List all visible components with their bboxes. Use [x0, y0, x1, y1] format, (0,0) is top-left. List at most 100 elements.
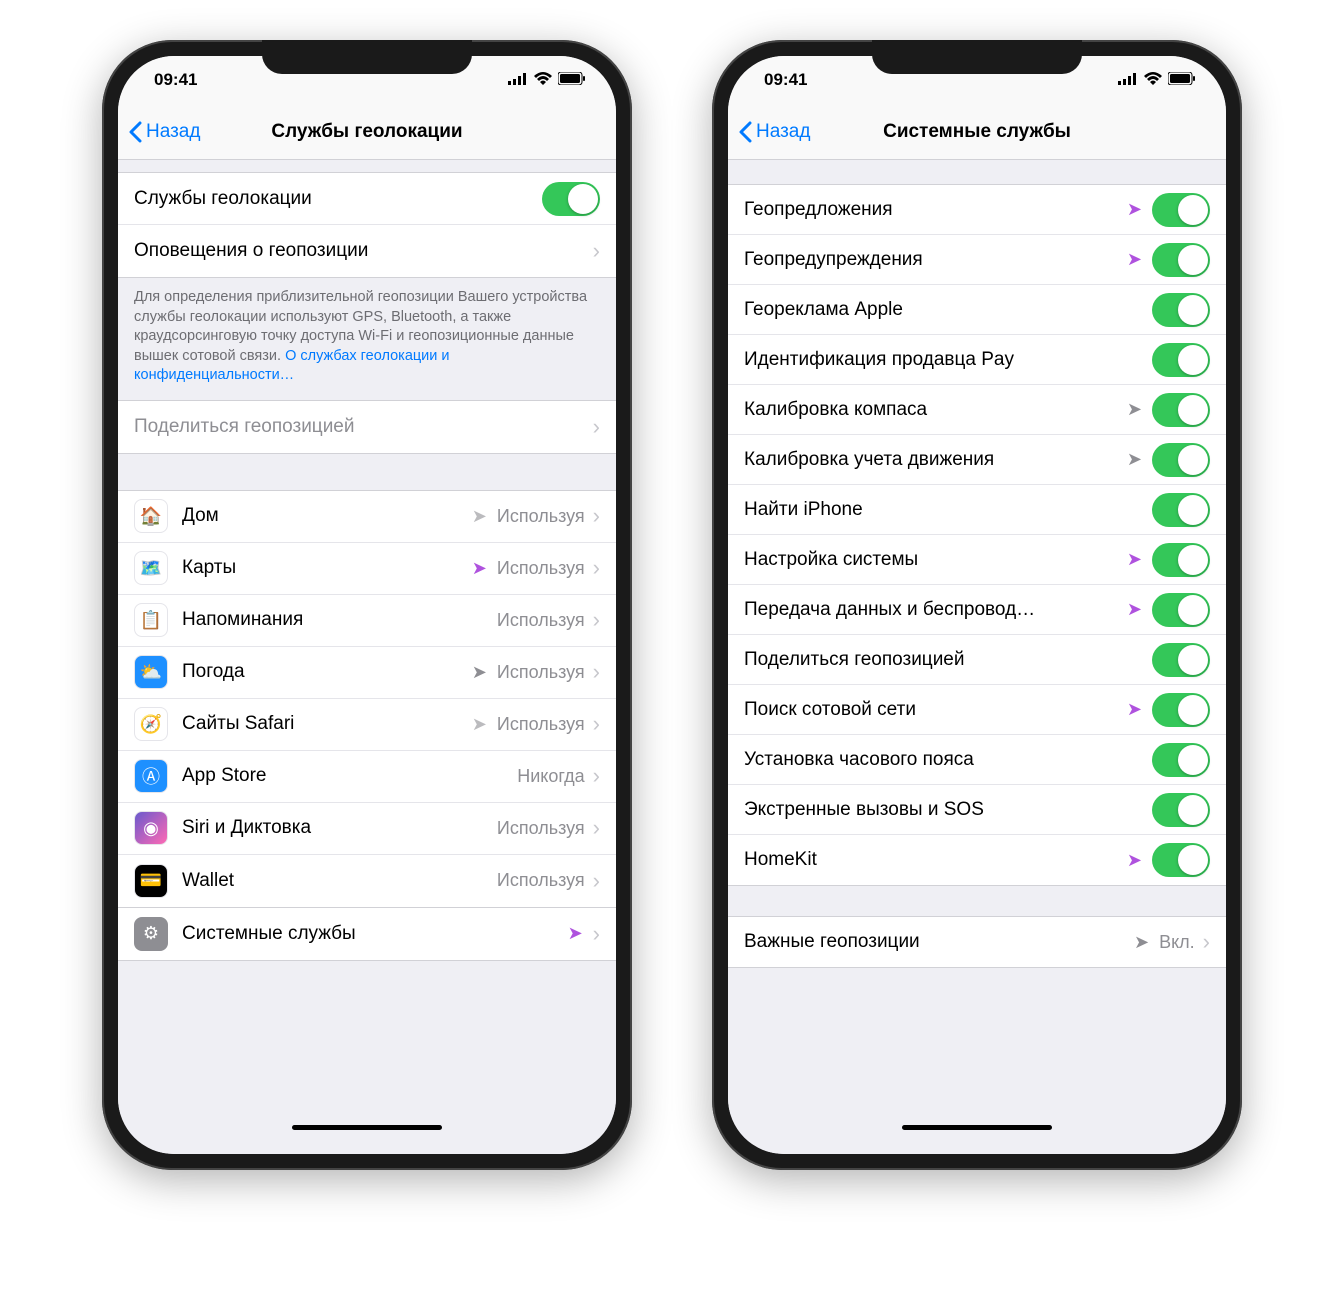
row-label: Системные службы [182, 923, 568, 945]
wifi-icon [534, 70, 552, 90]
chevron-right-icon: › [593, 416, 600, 438]
row-value: Вкл. [1159, 932, 1195, 953]
toggle-switch[interactable] [1152, 293, 1210, 327]
toggle-location-services[interactable] [542, 182, 600, 216]
battery-icon [558, 70, 586, 90]
service-name: HomeKit [744, 849, 1127, 871]
app-name: Сайты Safari [182, 713, 472, 735]
system-service-row[interactable]: Установка часового пояса [728, 735, 1226, 785]
toggle-switch[interactable] [1152, 393, 1210, 427]
app-value: Используя [497, 714, 585, 735]
toggle-switch[interactable] [1152, 843, 1210, 877]
location-arrow-icon: ➤ [472, 558, 487, 579]
toggle-switch[interactable] [1152, 693, 1210, 727]
chevron-right-icon: › [593, 240, 600, 262]
system-service-row[interactable]: HomeKit ➤ [728, 835, 1226, 885]
app-row[interactable]: 🏠 Дом ➤ Используя › [118, 491, 616, 543]
toggle-switch[interactable] [1152, 243, 1210, 277]
service-name: Экстренные вызовы и SOS [744, 799, 1144, 821]
row-significant-locations[interactable]: Важные геопозиции ➤ Вкл. › [728, 917, 1226, 967]
row-label: Оповещения о геопозиции [134, 240, 585, 262]
system-service-row[interactable]: Геопредупреждения ➤ [728, 235, 1226, 285]
home-indicator[interactable] [292, 1125, 442, 1130]
settings-icon: ⚙ [134, 917, 168, 951]
service-name: Геопредупреждения [744, 249, 1127, 271]
nav-bar: Назад Системные службы [728, 104, 1226, 160]
location-arrow-icon: ➤ [1127, 199, 1142, 220]
location-arrow-icon: ➤ [472, 662, 487, 683]
back-button[interactable]: Назад [738, 121, 810, 143]
location-arrow-icon: ➤ [1127, 850, 1142, 871]
system-service-row[interactable]: Настройка системы ➤ [728, 535, 1226, 585]
row-system-services[interactable]: ⚙ Системные службы ➤ › [118, 908, 616, 960]
back-button[interactable]: Назад [128, 121, 200, 143]
home-indicator[interactable] [902, 1125, 1052, 1130]
toggle-switch[interactable] [1152, 793, 1210, 827]
content: Службы геолокации Оповещения о геопозици… [118, 160, 616, 1154]
app-value: Используя [497, 506, 585, 527]
app-row[interactable]: 📋 Напоминания Используя › [118, 595, 616, 647]
app-row[interactable]: Ⓐ App Store Никогда › [118, 751, 616, 803]
toggle-switch[interactable] [1152, 193, 1210, 227]
location-arrow-icon: ➤ [1127, 399, 1142, 420]
toggle-switch[interactable] [1152, 643, 1210, 677]
system-service-row[interactable]: Калибровка компаса ➤ [728, 385, 1226, 435]
app-value: Используя [497, 662, 585, 683]
system-service-row[interactable]: Идентификация продавца Pay [728, 335, 1226, 385]
row-label: Поделиться геопозицией [134, 416, 585, 438]
toggle-switch[interactable] [1152, 593, 1210, 627]
phone-system-services: 09:41 Назад Системные службы [712, 40, 1242, 1170]
toggle-switch[interactable] [1152, 543, 1210, 577]
app-value: Используя [497, 818, 585, 839]
chevron-right-icon: › [593, 661, 600, 683]
chevron-right-icon: › [593, 713, 600, 735]
status-time: 09:41 [154, 70, 197, 90]
app-row[interactable]: 🧭 Сайты Safari ➤ Используя › [118, 699, 616, 751]
system-service-row[interactable]: Геопредложения ➤ [728, 185, 1226, 235]
system-service-row[interactable]: Передача данных и беспровод… ➤ [728, 585, 1226, 635]
location-arrow-icon: ➤ [1127, 549, 1142, 570]
app-value: Используя [497, 610, 585, 631]
chevron-right-icon: › [593, 817, 600, 839]
back-label: Назад [146, 121, 200, 143]
location-arrow-icon: ➤ [1127, 249, 1142, 270]
chevron-right-icon: › [593, 557, 600, 579]
row-location-alerts[interactable]: Оповещения о геопозиции › [118, 225, 616, 277]
chevron-right-icon: › [593, 765, 600, 787]
app-icon: 💳 [134, 864, 168, 898]
app-icon: ◉ [134, 811, 168, 845]
toggle-switch[interactable] [1152, 493, 1210, 527]
toggle-switch[interactable] [1152, 343, 1210, 377]
app-icon: 📋 [134, 603, 168, 637]
service-name: Установка часового пояса [744, 749, 1144, 771]
app-row[interactable]: 💳 Wallet Используя › [118, 855, 616, 907]
service-name: Поделиться геопозицией [744, 649, 1144, 671]
row-label: Важные геопозиции [744, 931, 1134, 953]
location-arrow-icon: ➤ [1134, 932, 1149, 953]
row-share-location[interactable]: Поделиться геопозицией › [118, 401, 616, 453]
service-name: Идентификация продавца Pay [744, 349, 1144, 371]
wifi-icon [1144, 70, 1162, 90]
location-arrow-icon: ➤ [472, 506, 487, 527]
toggle-switch[interactable] [1152, 443, 1210, 477]
toggle-switch[interactable] [1152, 743, 1210, 777]
system-service-row[interactable]: Экстренные вызовы и SOS [728, 785, 1226, 835]
service-name: Калибровка учета движения [744, 449, 1127, 471]
status-time: 09:41 [764, 70, 807, 90]
app-name: Дом [182, 505, 472, 527]
app-icon: 🗺️ [134, 551, 168, 585]
app-row[interactable]: 🗺️ Карты ➤ Используя › [118, 543, 616, 595]
system-service-row[interactable]: Калибровка учета движения ➤ [728, 435, 1226, 485]
system-service-row[interactable]: Найти iPhone [728, 485, 1226, 535]
app-row[interactable]: ◉ Siri и Диктовка Используя › [118, 803, 616, 855]
system-service-row[interactable]: Геореклама Apple [728, 285, 1226, 335]
row-location-services[interactable]: Службы геолокации [118, 173, 616, 225]
location-arrow-icon: ➤ [1127, 449, 1142, 470]
system-service-row[interactable]: Поделиться геопозицией [728, 635, 1226, 685]
phone-location-services: 09:41 Назад Службы геолокации [102, 40, 632, 1170]
app-row[interactable]: ⛅ Погода ➤ Используя › [118, 647, 616, 699]
chevron-right-icon: › [1203, 931, 1210, 953]
system-service-row[interactable]: Поиск сотовой сети ➤ [728, 685, 1226, 735]
app-icon: 🏠 [134, 499, 168, 533]
app-name: Wallet [182, 870, 489, 892]
